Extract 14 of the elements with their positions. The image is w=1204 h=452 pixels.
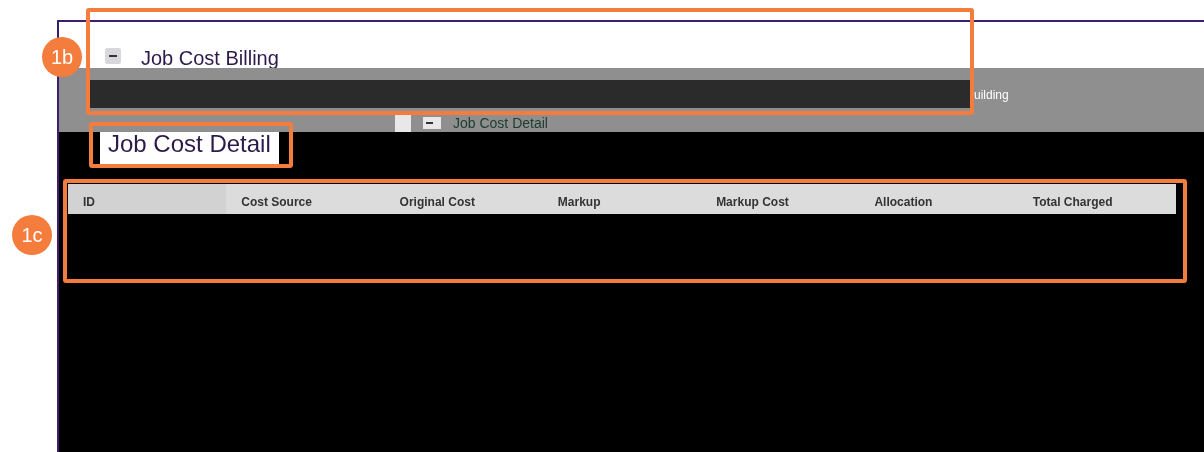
- callout-badge: 1c: [12, 215, 52, 255]
- column-header[interactable]: ID: [68, 184, 227, 214]
- column-header[interactable]: Markup: [542, 184, 702, 214]
- column-header[interactable]: Total Charged: [1017, 184, 1176, 214]
- collapse-icon[interactable]: [105, 48, 121, 64]
- column-header[interactable]: Cost Source: [226, 184, 385, 214]
- column-header[interactable]: Allocation: [859, 184, 1018, 214]
- callout-badge: 1b: [42, 37, 82, 77]
- section-title: Job Cost Billing: [141, 48, 279, 68]
- subsection-title[interactable]: Job Cost Detail: [453, 116, 548, 130]
- collapse-icon[interactable]: [423, 117, 441, 129]
- column-header[interactable]: Original Cost: [384, 184, 543, 214]
- column-header[interactable]: Markup Cost: [701, 184, 860, 214]
- label-text: uilding: [974, 87, 1009, 104]
